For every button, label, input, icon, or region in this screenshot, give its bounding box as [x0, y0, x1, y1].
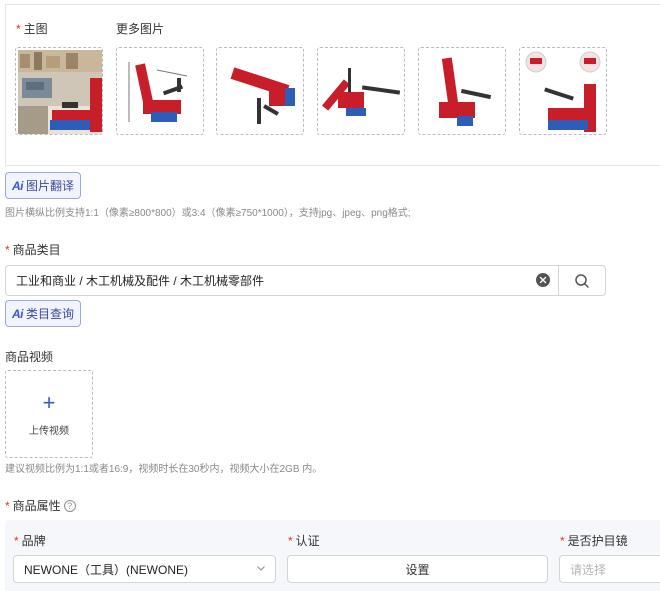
product-photo: [525, 51, 601, 132]
required-mark: *: [5, 243, 10, 257]
required-mark: *: [14, 534, 19, 548]
upload-video-button[interactable]: + 上传视频: [5, 370, 93, 458]
main-image-thumbnail[interactable]: [15, 47, 103, 135]
required-mark: *: [5, 499, 10, 513]
more-image-thumbnail[interactable]: [317, 47, 405, 135]
product-photo: [128, 62, 188, 122]
certification-settings-button[interactable]: 设置: [287, 555, 548, 583]
brand-value: NEWONE（工具）(NEWONE): [24, 562, 188, 577]
search-icon: [575, 273, 589, 288]
more-image-thumbnail[interactable]: [116, 47, 204, 135]
ai-category-query-button[interactable]: Ai 类目查询: [5, 300, 82, 327]
ai-icon: Ai: [12, 178, 24, 193]
ai-image-translate-button[interactable]: Ai 图片翻译: [5, 172, 82, 199]
help-icon[interactable]: ?: [63, 500, 76, 512]
goggles-select[interactable]: 请选择: [559, 555, 660, 583]
product-photo: [439, 57, 492, 126]
upload-video-label: 上传视频: [29, 425, 69, 437]
category-value: 工业和商业 / 木工机械及配件 / 木工机械零部件: [16, 274, 265, 288]
attributes-label: * 商品属性?: [5, 497, 76, 514]
clear-icon[interactable]: [535, 272, 551, 288]
main-image-label: * 主图: [16, 22, 48, 36]
more-image-thumbnail[interactable]: [216, 47, 304, 135]
required-mark: *: [560, 534, 565, 548]
goggles-label: * 是否护目镜: [560, 534, 628, 548]
chevron-down-icon: [257, 566, 265, 571]
certification-settings-label: 设置: [405, 562, 430, 577]
more-image-thumbnail[interactable]: [519, 47, 607, 135]
ai-category-query-label: 类目查询: [26, 307, 75, 321]
ai-image-translate-label: 图片翻译: [26, 179, 75, 193]
category-search-button[interactable]: [558, 265, 606, 296]
video-hint: 建议视频比例为1:1或者16:9，视频时长在30秒内，视频大小在2GB 内。: [5, 464, 323, 475]
required-mark: *: [16, 22, 21, 36]
brand-select[interactable]: NEWONE（工具）(NEWONE): [13, 555, 276, 583]
category-label: * 商品类目: [5, 243, 61, 257]
required-mark: *: [288, 534, 293, 548]
brand-label: * 品牌: [14, 534, 46, 548]
product-photo: [322, 68, 401, 116]
ai-icon: Ai: [12, 306, 24, 321]
more-image-thumbnail[interactable]: [418, 47, 506, 135]
plus-icon: +: [42, 389, 56, 415]
more-images-label: 更多图片: [116, 22, 165, 36]
product-photo: [18, 50, 102, 134]
certification-label: * 认证: [288, 534, 320, 548]
product-photo: [230, 67, 295, 124]
video-label: 商品视频: [5, 350, 54, 364]
goggles-placeholder: 请选择: [570, 562, 607, 577]
category-input[interactable]: 工业和商业 / 木工机械及配件 / 木工机械零部件: [5, 265, 559, 296]
image-format-hint: 图片横纵比例支持1:1（像素≥800*800）或3:4（像素≥750*1000）…: [5, 208, 411, 219]
